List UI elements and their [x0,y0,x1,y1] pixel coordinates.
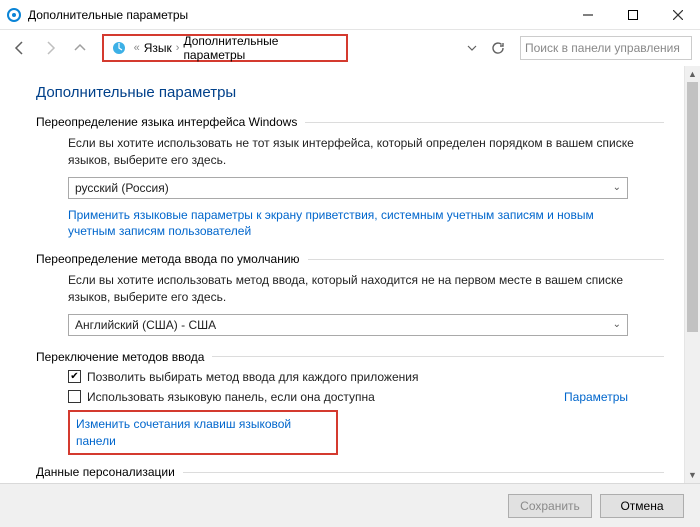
section-heading-personalization: Данные персонализации [36,465,664,479]
apply-to-welcome-link[interactable]: Применить языковые параметры к экрану пр… [68,207,628,241]
nav-row: « Язык › Дополнительные параметры Поиск … [0,30,700,66]
input-method-combo[interactable]: Английский (США) - США ⌄ [68,314,628,336]
breadcrumb-dropdown[interactable] [462,38,482,58]
forward-button[interactable] [38,36,62,60]
breadcrumb[interactable]: « Язык › Дополнительные параметры [102,34,348,62]
section-heading-switch-methods: Переключение методов ввода [36,350,664,364]
section-heading-override-input: Переопределение метода ввода по умолчани… [36,252,664,266]
minimize-button[interactable] [565,0,610,30]
page-title: Дополнительные параметры [36,84,664,101]
cancel-button[interactable]: Отмена [600,494,684,518]
save-button[interactable]: Сохранить [508,494,592,518]
chevron-left-icon: « [134,42,140,54]
chevron-right-icon: › [176,42,180,54]
section-desc: Если вы хотите использовать метод ввода,… [68,272,664,306]
maximize-button[interactable] [610,0,655,30]
language-bar-checkbox[interactable] [68,390,81,403]
breadcrumb-item[interactable]: Язык [144,41,172,55]
per-app-input-checkbox[interactable] [68,370,81,383]
combo-value: русский (Россия) [75,181,169,195]
scroll-thumb[interactable] [687,82,698,332]
titlebar: Дополнительные параметры [0,0,700,30]
vertical-scrollbar[interactable]: ▲ ▼ [684,66,700,483]
breadcrumb-item[interactable]: Дополнительные параметры [183,34,340,62]
globe-clock-icon [110,39,128,57]
checkbox-label: Использовать языковую панель, если она д… [87,390,564,404]
chevron-down-icon: ⌄ [613,182,621,193]
close-button[interactable] [655,0,700,30]
back-button[interactable] [8,36,32,60]
section-heading-override-lang: Переопределение языка интерфейса Windows [36,115,664,129]
up-button[interactable] [68,36,92,60]
section-desc: Если вы хотите использовать не тот язык … [68,135,664,169]
search-input[interactable]: Поиск в панели управления [520,36,692,60]
language-bar-options-link[interactable]: Параметры [564,390,628,404]
scroll-track[interactable] [685,82,700,467]
content-area: Дополнительные параметры Переопределение… [0,66,700,486]
scroll-down-button[interactable]: ▼ [685,467,700,483]
footer: Сохранить Отмена [0,483,700,527]
search-placeholder: Поиск в панели управления [525,41,680,55]
display-language-combo[interactable]: русский (Россия) ⌄ [68,177,628,199]
window-title: Дополнительные параметры [28,8,565,22]
highlighted-link-box: Изменить сочетания клавиш языковой панел… [68,410,338,456]
checkbox-label: Позволить выбирать метод ввода для каждо… [87,370,628,384]
combo-value: Английский (США) - США [75,318,216,332]
scroll-up-button[interactable]: ▲ [685,66,700,82]
control-panel-icon [6,7,22,23]
refresh-button[interactable] [488,38,508,58]
change-hotkeys-link[interactable]: Изменить сочетания клавиш языковой панел… [76,416,330,450]
chevron-down-icon: ⌄ [613,319,621,330]
